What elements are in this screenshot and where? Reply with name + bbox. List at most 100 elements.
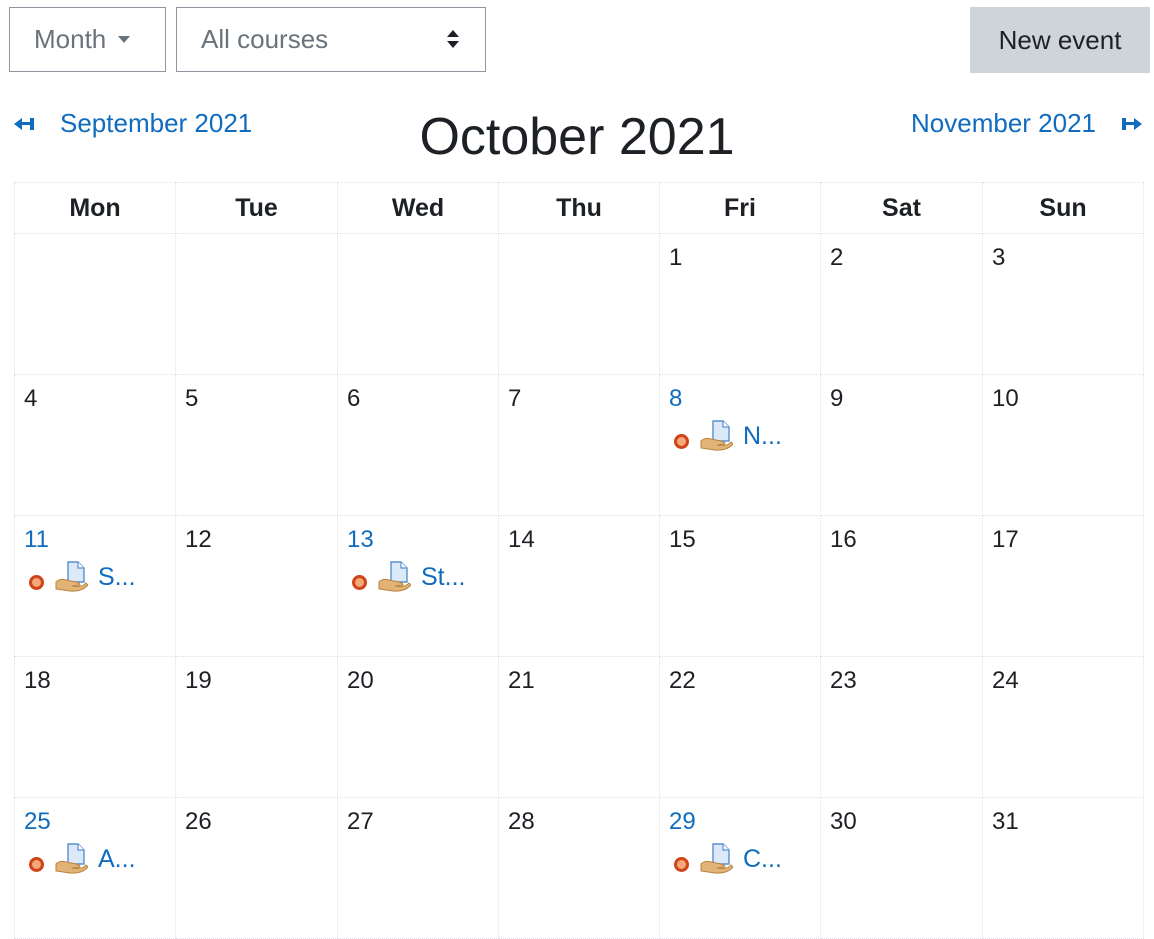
day-number: 15	[669, 526, 696, 553]
day-cell	[14, 233, 176, 375]
day-cell[interactable]: 3	[982, 233, 1144, 375]
day-number: 30	[830, 808, 857, 835]
circle-dot-icon	[29, 574, 44, 590]
day-cell[interactable]: 6	[337, 374, 499, 516]
day-cell[interactable]: 5	[175, 374, 338, 516]
day-cell[interactable]: 27	[337, 797, 499, 939]
day-number: 18	[24, 667, 51, 694]
day-number: 12	[185, 526, 212, 553]
calendar-event[interactable]: A...	[29, 842, 136, 876]
day-cell[interactable]: 1	[659, 233, 821, 375]
new-event-button[interactable]: New event	[970, 7, 1150, 73]
event-name-link[interactable]: C...	[743, 845, 782, 874]
event-name-link[interactable]: N...	[743, 422, 782, 451]
day-number: 1	[669, 244, 683, 271]
day-number: 10	[992, 385, 1019, 412]
calendar-event[interactable]: N...	[674, 419, 782, 453]
week-row: 11 S... 12 13 St... 14 15 16 17	[14, 515, 1144, 657]
weekday-header: Mon	[14, 182, 176, 234]
event-name-link[interactable]: S...	[98, 563, 136, 592]
day-cell[interactable]: 29 C...	[659, 797, 821, 939]
day-number: 5	[185, 385, 199, 412]
event-name-link[interactable]: St...	[421, 563, 465, 592]
day-cell[interactable]: 9	[820, 374, 983, 516]
circle-dot-icon	[352, 574, 367, 590]
day-cell[interactable]: 24	[982, 656, 1144, 798]
calendar-event[interactable]: S...	[29, 560, 136, 594]
day-cell[interactable]: 14	[498, 515, 660, 657]
assignment-hand-icon	[377, 560, 411, 594]
day-number-link[interactable]: 25	[24, 808, 51, 836]
day-number: 6	[347, 385, 361, 412]
weekday-header: Thu	[498, 182, 660, 234]
day-cell[interactable]: 2	[820, 233, 983, 375]
day-cell[interactable]: 4	[14, 374, 176, 516]
weekday-header: Wed	[337, 182, 499, 234]
assignment-hand-icon	[699, 842, 733, 876]
course-select-value: All courses	[201, 24, 329, 54]
assignment-hand-icon	[699, 419, 733, 453]
day-number: 28	[508, 808, 535, 835]
day-cell[interactable]: 21	[498, 656, 660, 798]
day-cell	[175, 233, 338, 375]
weekday-header: Sat	[820, 182, 983, 234]
day-number: 21	[508, 667, 535, 694]
day-number: 9	[830, 385, 844, 412]
day-cell[interactable]: 31	[982, 797, 1144, 939]
day-number: 24	[992, 667, 1019, 694]
day-cell	[498, 233, 660, 375]
week-row: 18 19 20 21 22 23 24	[14, 656, 1144, 798]
circle-dot-icon	[674, 856, 689, 872]
weekday-header: Sun	[982, 182, 1144, 234]
circle-dot-icon	[29, 856, 44, 872]
day-cell[interactable]: 26	[175, 797, 338, 939]
day-cell[interactable]: 28	[498, 797, 660, 939]
day-cell[interactable]: 15	[659, 515, 821, 657]
day-cell[interactable]: 22	[659, 656, 821, 798]
updown-chevron-icon	[447, 28, 459, 52]
day-number: 31	[992, 808, 1019, 835]
week-row: 25 A... 26 27 28 29 C... 30 31	[14, 797, 1144, 939]
day-number-link[interactable]: 13	[347, 526, 374, 554]
view-select[interactable]: Month	[9, 7, 166, 72]
circle-dot-icon	[674, 433, 689, 449]
month-calendar: Mon Tue Wed Thu Fri Sat Sun 1 2 3 4 5 6 7 8 N... 9 10 11 S…	[14, 182, 1144, 939]
day-number: 22	[669, 667, 696, 694]
day-cell[interactable]: 20	[337, 656, 499, 798]
day-cell[interactable]: 13 St...	[337, 515, 499, 657]
day-cell[interactable]: 12	[175, 515, 338, 657]
calendar-event[interactable]: C...	[674, 842, 782, 876]
day-cell[interactable]: 25 A...	[14, 797, 176, 939]
day-cell[interactable]: 23	[820, 656, 983, 798]
day-number: 16	[830, 526, 857, 553]
day-cell[interactable]: 16	[820, 515, 983, 657]
day-number: 17	[992, 526, 1019, 553]
day-number: 19	[185, 667, 212, 694]
day-cell[interactable]: 18	[14, 656, 176, 798]
week-row: 4 5 6 7 8 N... 9 10	[14, 374, 1144, 516]
weekday-header: Fri	[659, 182, 821, 234]
day-cell[interactable]: 10	[982, 374, 1144, 516]
day-cell[interactable]: 7	[498, 374, 660, 516]
next-month-link[interactable]: November 2021	[911, 108, 1142, 139]
day-cell[interactable]: 19	[175, 656, 338, 798]
weekday-header: Tue	[175, 182, 338, 234]
event-name-link[interactable]: A...	[98, 845, 136, 874]
calendar-body: 1 2 3 4 5 6 7 8 N... 9 10 11 S... 12 13 St... 14 15 16 17 18…	[14, 233, 1144, 939]
day-cell[interactable]: 11 S...	[14, 515, 176, 657]
day-number-link[interactable]: 8	[669, 385, 682, 413]
day-cell	[337, 233, 499, 375]
weekday-header-row: Mon Tue Wed Thu Fri Sat Sun	[14, 182, 1144, 234]
day-number: 2	[830, 244, 844, 271]
day-number-link[interactable]: 29	[669, 808, 696, 836]
course-select[interactable]: All courses	[176, 7, 486, 72]
day-number-link[interactable]: 11	[24, 526, 49, 554]
day-cell[interactable]: 30	[820, 797, 983, 939]
calendar-event[interactable]: St...	[352, 560, 465, 594]
day-number: 23	[830, 667, 857, 694]
day-cell[interactable]: 8 N...	[659, 374, 821, 516]
day-number: 26	[185, 808, 212, 835]
assignment-hand-icon	[54, 842, 88, 876]
day-cell[interactable]: 17	[982, 515, 1144, 657]
day-number: 7	[508, 385, 522, 412]
